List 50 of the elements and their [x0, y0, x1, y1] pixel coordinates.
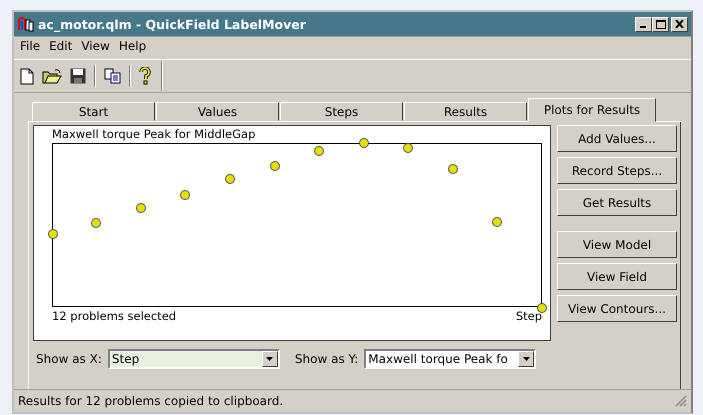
- y-axis-dropdown[interactable]: Maxwell torque Peak fo: [364, 349, 536, 369]
- data-point: [270, 161, 280, 171]
- new-file-icon[interactable]: [20, 68, 34, 84]
- x-axis-dropdown[interactable]: Step: [108, 349, 280, 369]
- minimize-button[interactable]: [635, 16, 652, 32]
- x-axis-label: Show as X:: [36, 352, 102, 366]
- action-button[interactable]: Add Values...: [557, 125, 677, 152]
- resize-grip-icon[interactable]: [675, 395, 687, 407]
- save-icon[interactable]: [70, 68, 86, 84]
- tab[interactable]: Start: [32, 102, 155, 121]
- action-button[interactable]: Get Results: [557, 189, 677, 216]
- menu-item[interactable]: Edit: [49, 39, 72, 56]
- action-button[interactable]: View Contours...: [557, 295, 677, 322]
- app-icon: [17, 16, 35, 32]
- data-point: [537, 303, 547, 313]
- action-button[interactable]: View Model: [557, 231, 677, 258]
- window-title: ac_motor.qlm - QuickField LabelMover: [38, 16, 307, 32]
- selection-count: 12 problems selected: [52, 309, 176, 323]
- data-point: [180, 190, 190, 200]
- data-point: [225, 174, 235, 184]
- data-point: [359, 138, 369, 148]
- open-folder-icon[interactable]: [42, 68, 62, 84]
- tab[interactable]: Steps: [280, 102, 403, 121]
- maximize-icon: [656, 20, 666, 28]
- data-point: [403, 143, 413, 153]
- data-point: [492, 217, 502, 227]
- axis-label: Step: [516, 309, 542, 323]
- action-button[interactable]: Record Steps...: [557, 157, 677, 184]
- data-point: [48, 229, 58, 239]
- data-point: [448, 164, 458, 174]
- tab[interactable]: Plots for Results: [528, 98, 656, 122]
- status-text: Results for 12 problems copied to clipboard.: [18, 394, 284, 408]
- y-axis-label: Show as Y:: [294, 352, 358, 366]
- copy-icon[interactable]: [104, 68, 121, 84]
- data-point: [314, 146, 324, 156]
- tab[interactable]: Values: [156, 102, 279, 121]
- tab[interactable]: Results: [404, 102, 527, 121]
- menu-item[interactable]: View: [81, 39, 110, 56]
- action-button[interactable]: View Field: [557, 263, 677, 290]
- data-point: [136, 203, 146, 213]
- close-button[interactable]: [671, 16, 688, 32]
- close-icon: [675, 20, 684, 28]
- help-icon[interactable]: [139, 67, 151, 85]
- menu-item[interactable]: File: [20, 39, 40, 56]
- maximize-button[interactable]: [652, 16, 669, 32]
- menu-item[interactable]: Help: [118, 39, 146, 56]
- caret-icon: [266, 357, 274, 361]
- caret-icon: [522, 357, 530, 361]
- data-point: [91, 218, 101, 228]
- plot-title: Maxwell torque Peak for MiddleGap: [52, 127, 256, 143]
